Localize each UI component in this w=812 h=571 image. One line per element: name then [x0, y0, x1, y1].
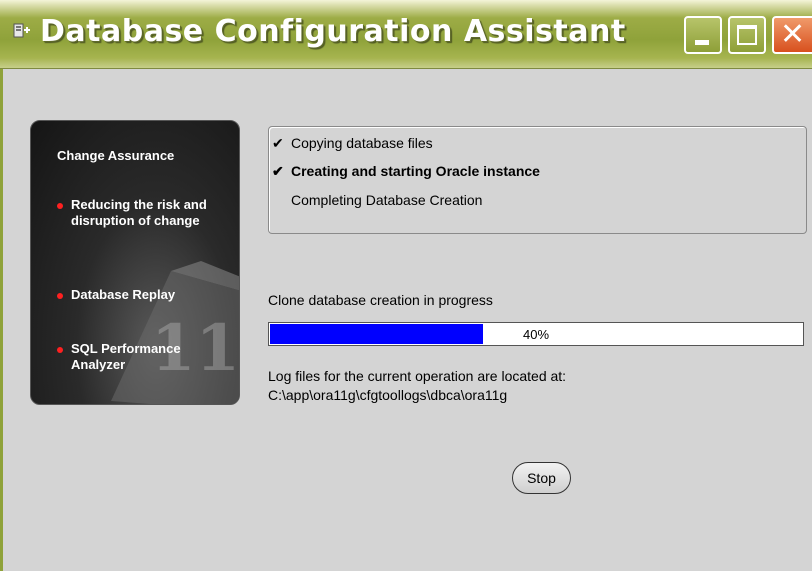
close-icon: ✕: [780, 17, 806, 52]
step-label: Creating and starting Oracle instance: [291, 163, 540, 179]
bullet-icon: [57, 293, 63, 299]
title-bar[interactable]: Database Configuration Assistant ✕: [0, 0, 812, 69]
promo-panel: 11g Change Assurance Reducing the risk a…: [30, 120, 240, 405]
progress-status-label: Clone database creation in progress: [268, 292, 493, 308]
bullet-icon: [57, 203, 63, 209]
step-label: Copying database files: [291, 135, 433, 151]
close-button[interactable]: ✕: [772, 16, 812, 54]
dbca-window: Database Configuration Assistant ✕ 11g C…: [0, 0, 812, 571]
log-location-label: Log files for the current operation are …: [268, 368, 567, 384]
steps-list: ✔ Copying database files ✔ Creating and …: [268, 126, 807, 234]
promo-item: SQL Performance Analyzer: [71, 341, 181, 372]
app-icon: [13, 23, 30, 38]
checkmark-icon: ✔: [272, 163, 284, 179]
step-label: Completing Database Creation: [291, 192, 483, 208]
progress-percent: 40%: [522, 327, 550, 342]
promo-item: Reducing the risk and disruption of chan…: [71, 197, 207, 228]
promo-heading: Change Assurance: [57, 148, 175, 163]
minimize-button[interactable]: [684, 16, 722, 54]
maximize-button[interactable]: [728, 16, 766, 54]
promo-item: Database Replay: [71, 287, 176, 302]
checkmark-icon: ✔: [272, 135, 284, 151]
maximize-icon: [737, 25, 757, 45]
log-path: C:\app\ora11g\cfgtoollogs\dbca\ora11g: [268, 387, 508, 403]
window-title: Database Configuration Assistant: [40, 14, 626, 49]
minimize-icon: [695, 40, 709, 45]
stop-button[interactable]: Stop: [512, 462, 571, 494]
bullet-icon: [57, 347, 63, 353]
progress-bar: 40%: [268, 322, 804, 346]
